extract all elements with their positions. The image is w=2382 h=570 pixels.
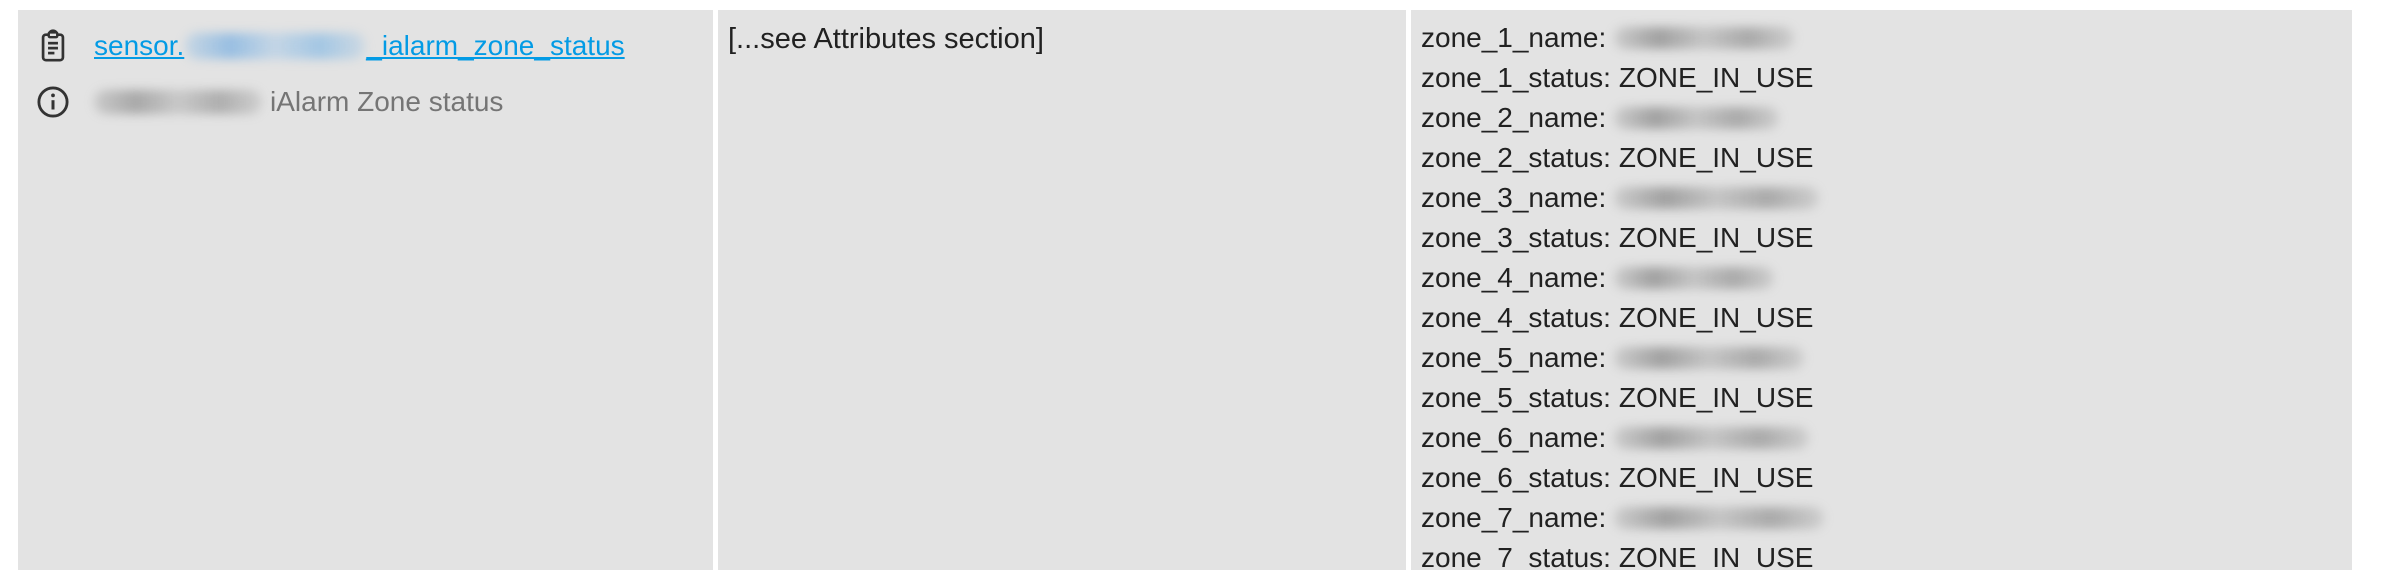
attribute-key: zone_4_name: (1421, 262, 1607, 293)
state-value: [...see Attributes section] (728, 23, 1044, 55)
attribute-key: zone_6_name: (1421, 422, 1607, 453)
info-circle-icon[interactable] (34, 83, 72, 121)
attribute-value: ZONE_IN_USE (1618, 222, 1814, 253)
attribute-key: zone_3_status: (1421, 222, 1611, 253)
attribute-value: ZONE_IN_USE (1618, 62, 1814, 93)
attribute-key: zone_7_status: (1421, 542, 1611, 570)
attribute-line: zone_7_status: ZONE_IN_USE (1421, 538, 2352, 570)
attribute-line: zone_4_status: ZONE_IN_USE (1421, 298, 2352, 338)
attribute-value: ZONE_IN_USE (1618, 462, 1814, 493)
attribute-line: zone_1_status: ZONE_IN_USE (1421, 58, 2352, 98)
friendly-name-suffix: iAlarm Zone status (270, 86, 504, 117)
attribute-line: zone_5_name: (1421, 338, 2352, 378)
attribute-key: zone_4_status: (1421, 302, 1611, 333)
attribute-value: ZONE_IN_USE (1618, 302, 1814, 333)
attribute-value: ZONE_IN_USE (1618, 382, 1814, 413)
friendly-name-line: iAlarm Zone status (34, 82, 503, 122)
attribute-key: zone_3_name: (1421, 182, 1607, 213)
redacted-zone-name (1614, 187, 1820, 209)
attribute-line: zone_2_status: ZONE_IN_USE (1421, 138, 2352, 178)
attribute-value: ZONE_IN_USE (1618, 542, 1814, 570)
attribute-value: ZONE_IN_USE (1618, 142, 1814, 173)
attribute-line: zone_7_name: (1421, 498, 2352, 538)
redacted-zone-name (1614, 427, 1810, 449)
redacted-zone-name (1614, 507, 1825, 529)
attribute-key: zone_5_name: (1421, 342, 1607, 373)
attribute-line: zone_5_status: ZONE_IN_USE (1421, 378, 2352, 418)
attribute-line: zone_3_status: ZONE_IN_USE (1421, 218, 2352, 258)
attribute-key: zone_2_status: (1421, 142, 1611, 173)
attribute-line: zone_6_name: (1421, 418, 2352, 458)
redacted-friendly-name (94, 90, 262, 114)
attribute-key: zone_7_name: (1421, 502, 1607, 533)
attribute-key: zone_5_status: (1421, 382, 1611, 413)
redacted-zone-name (1614, 27, 1795, 49)
attribute-line: zone_2_name: (1421, 98, 2352, 138)
redacted-zone-name (1614, 347, 1805, 369)
redacted-zone-name (1614, 107, 1780, 129)
attribute-line: zone_3_name: (1421, 178, 2352, 218)
entity-id-suffix: _ialarm_zone_status (366, 30, 625, 61)
redacted-zone-name (1614, 267, 1775, 289)
entity-id-line: sensor. _ialarm_zone_status (34, 26, 625, 66)
attribute-line: zone_4_name: (1421, 258, 2352, 298)
attribute-key: zone_2_name: (1421, 102, 1607, 133)
entity-id-link[interactable]: sensor. _ialarm_zone_status (94, 30, 625, 62)
entity-id-prefix: sensor. (94, 30, 185, 61)
entity-row: sensor. _ialarm_zone_status iAlarm Zone s… (18, 10, 2352, 570)
attribute-key: zone_1_name: (1421, 22, 1607, 53)
attribute-line: zone_6_status: ZONE_IN_USE (1421, 458, 2352, 498)
attribute-key: zone_6_status: (1421, 462, 1611, 493)
entity-cell: sensor. _ialarm_zone_status iAlarm Zone s… (18, 10, 713, 570)
attributes-cell: zone_1_name: zone_1_status: ZONE_IN_USE zon… (1411, 10, 2352, 570)
attribute-line: zone_1_name: (1421, 18, 2352, 58)
attributes-list: zone_1_name: zone_1_status: ZONE_IN_USE zon… (1421, 18, 2352, 570)
redacted-entity-id (185, 33, 366, 59)
state-cell: [...see Attributes section] (718, 10, 1406, 570)
attribute-key: zone_1_status: (1421, 62, 1611, 93)
clipboard-list-icon[interactable] (34, 27, 72, 65)
friendly-name: iAlarm Zone status (94, 86, 503, 118)
